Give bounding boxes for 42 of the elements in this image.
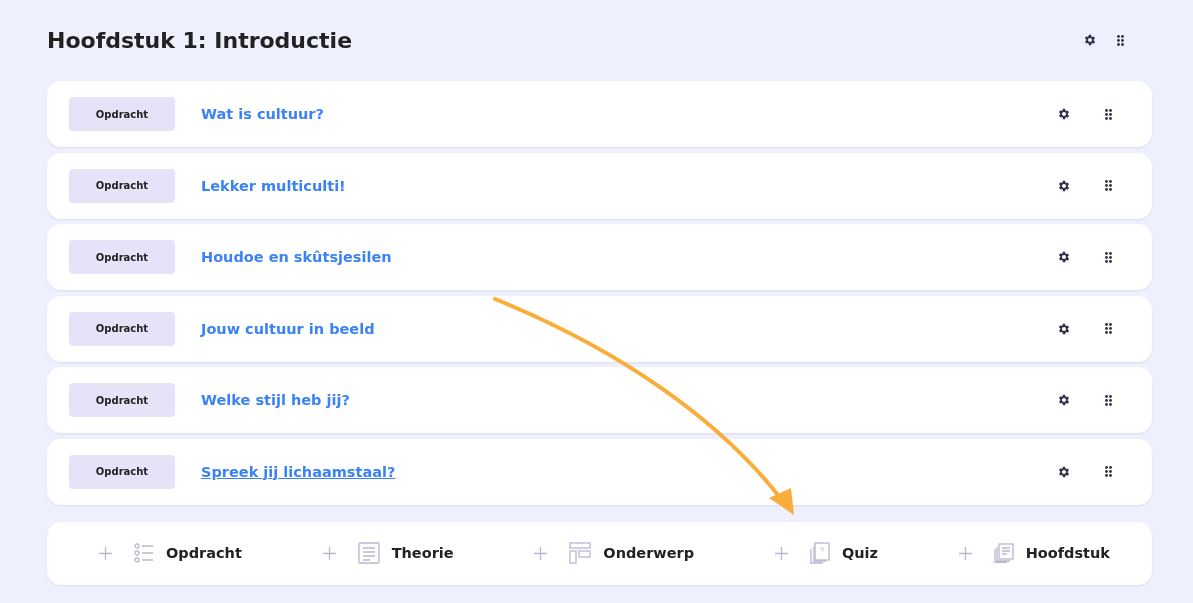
assignment-link[interactable]: Jouw cultuur in beeld	[201, 320, 1057, 337]
settings-icon[interactable]	[1057, 107, 1071, 121]
add-button[interactable]: Hoofdstuk	[958, 543, 1110, 563]
settings-icon[interactable]	[1057, 321, 1071, 336]
pages-icon	[993, 543, 1014, 563]
add-button[interactable]: Theorie	[322, 542, 454, 564]
chapter-title: Hoofdstuk 1: Introductie	[47, 27, 354, 53]
assignment-link[interactable]: Wat is cultuur?	[201, 106, 1057, 122]
settings-icon[interactable]	[1057, 178, 1071, 193]
drag-handle-icon[interactable]	[1105, 108, 1112, 120]
drag-handle-icon[interactable]	[1117, 34, 1124, 46]
layout-icon	[569, 542, 592, 564]
document-icon	[357, 542, 380, 564]
type-tag: Opdracht	[69, 97, 175, 131]
settings-icon[interactable]	[1083, 33, 1097, 47]
settings-icon[interactable]	[1057, 464, 1071, 479]
assignment-link[interactable]: Houdoe en skûtsjesilen	[201, 249, 1057, 265]
plus-icon	[958, 546, 972, 560]
add-button[interactable]: Opdracht	[99, 543, 242, 563]
add-button[interactable]: Quiz	[774, 542, 878, 564]
type-tag: Opdracht	[69, 168, 175, 203]
type-tag: Opdracht	[69, 454, 175, 489]
type-tag: Opdracht	[69, 383, 175, 417]
settings-icon[interactable]	[1057, 250, 1071, 264]
assignment-link[interactable]: Welke stijl heb jij?	[201, 392, 1057, 408]
type-tag: Opdracht	[69, 311, 175, 346]
plus-icon	[534, 546, 548, 560]
plus-icon	[774, 546, 788, 560]
question-card-icon	[809, 542, 830, 564]
assignment-link[interactable]: Lekker multiculti!	[201, 177, 1057, 194]
drag-handle-icon[interactable]	[1105, 323, 1112, 334]
drag-handle-icon[interactable]	[1105, 180, 1112, 191]
plus-icon	[99, 546, 112, 560]
add-button[interactable]: Onderwerp	[534, 542, 695, 564]
drag-handle-icon[interactable]	[1105, 394, 1112, 406]
list-icon	[134, 543, 154, 563]
type-tag: Opdracht	[69, 240, 175, 274]
drag-handle-icon[interactable]	[1105, 466, 1112, 477]
drag-handle-icon[interactable]	[1105, 251, 1112, 263]
assignment-link[interactable]: Spreek jij lichaamstaal?	[201, 463, 1057, 480]
plus-icon	[322, 546, 336, 560]
settings-icon[interactable]	[1057, 393, 1071, 407]
